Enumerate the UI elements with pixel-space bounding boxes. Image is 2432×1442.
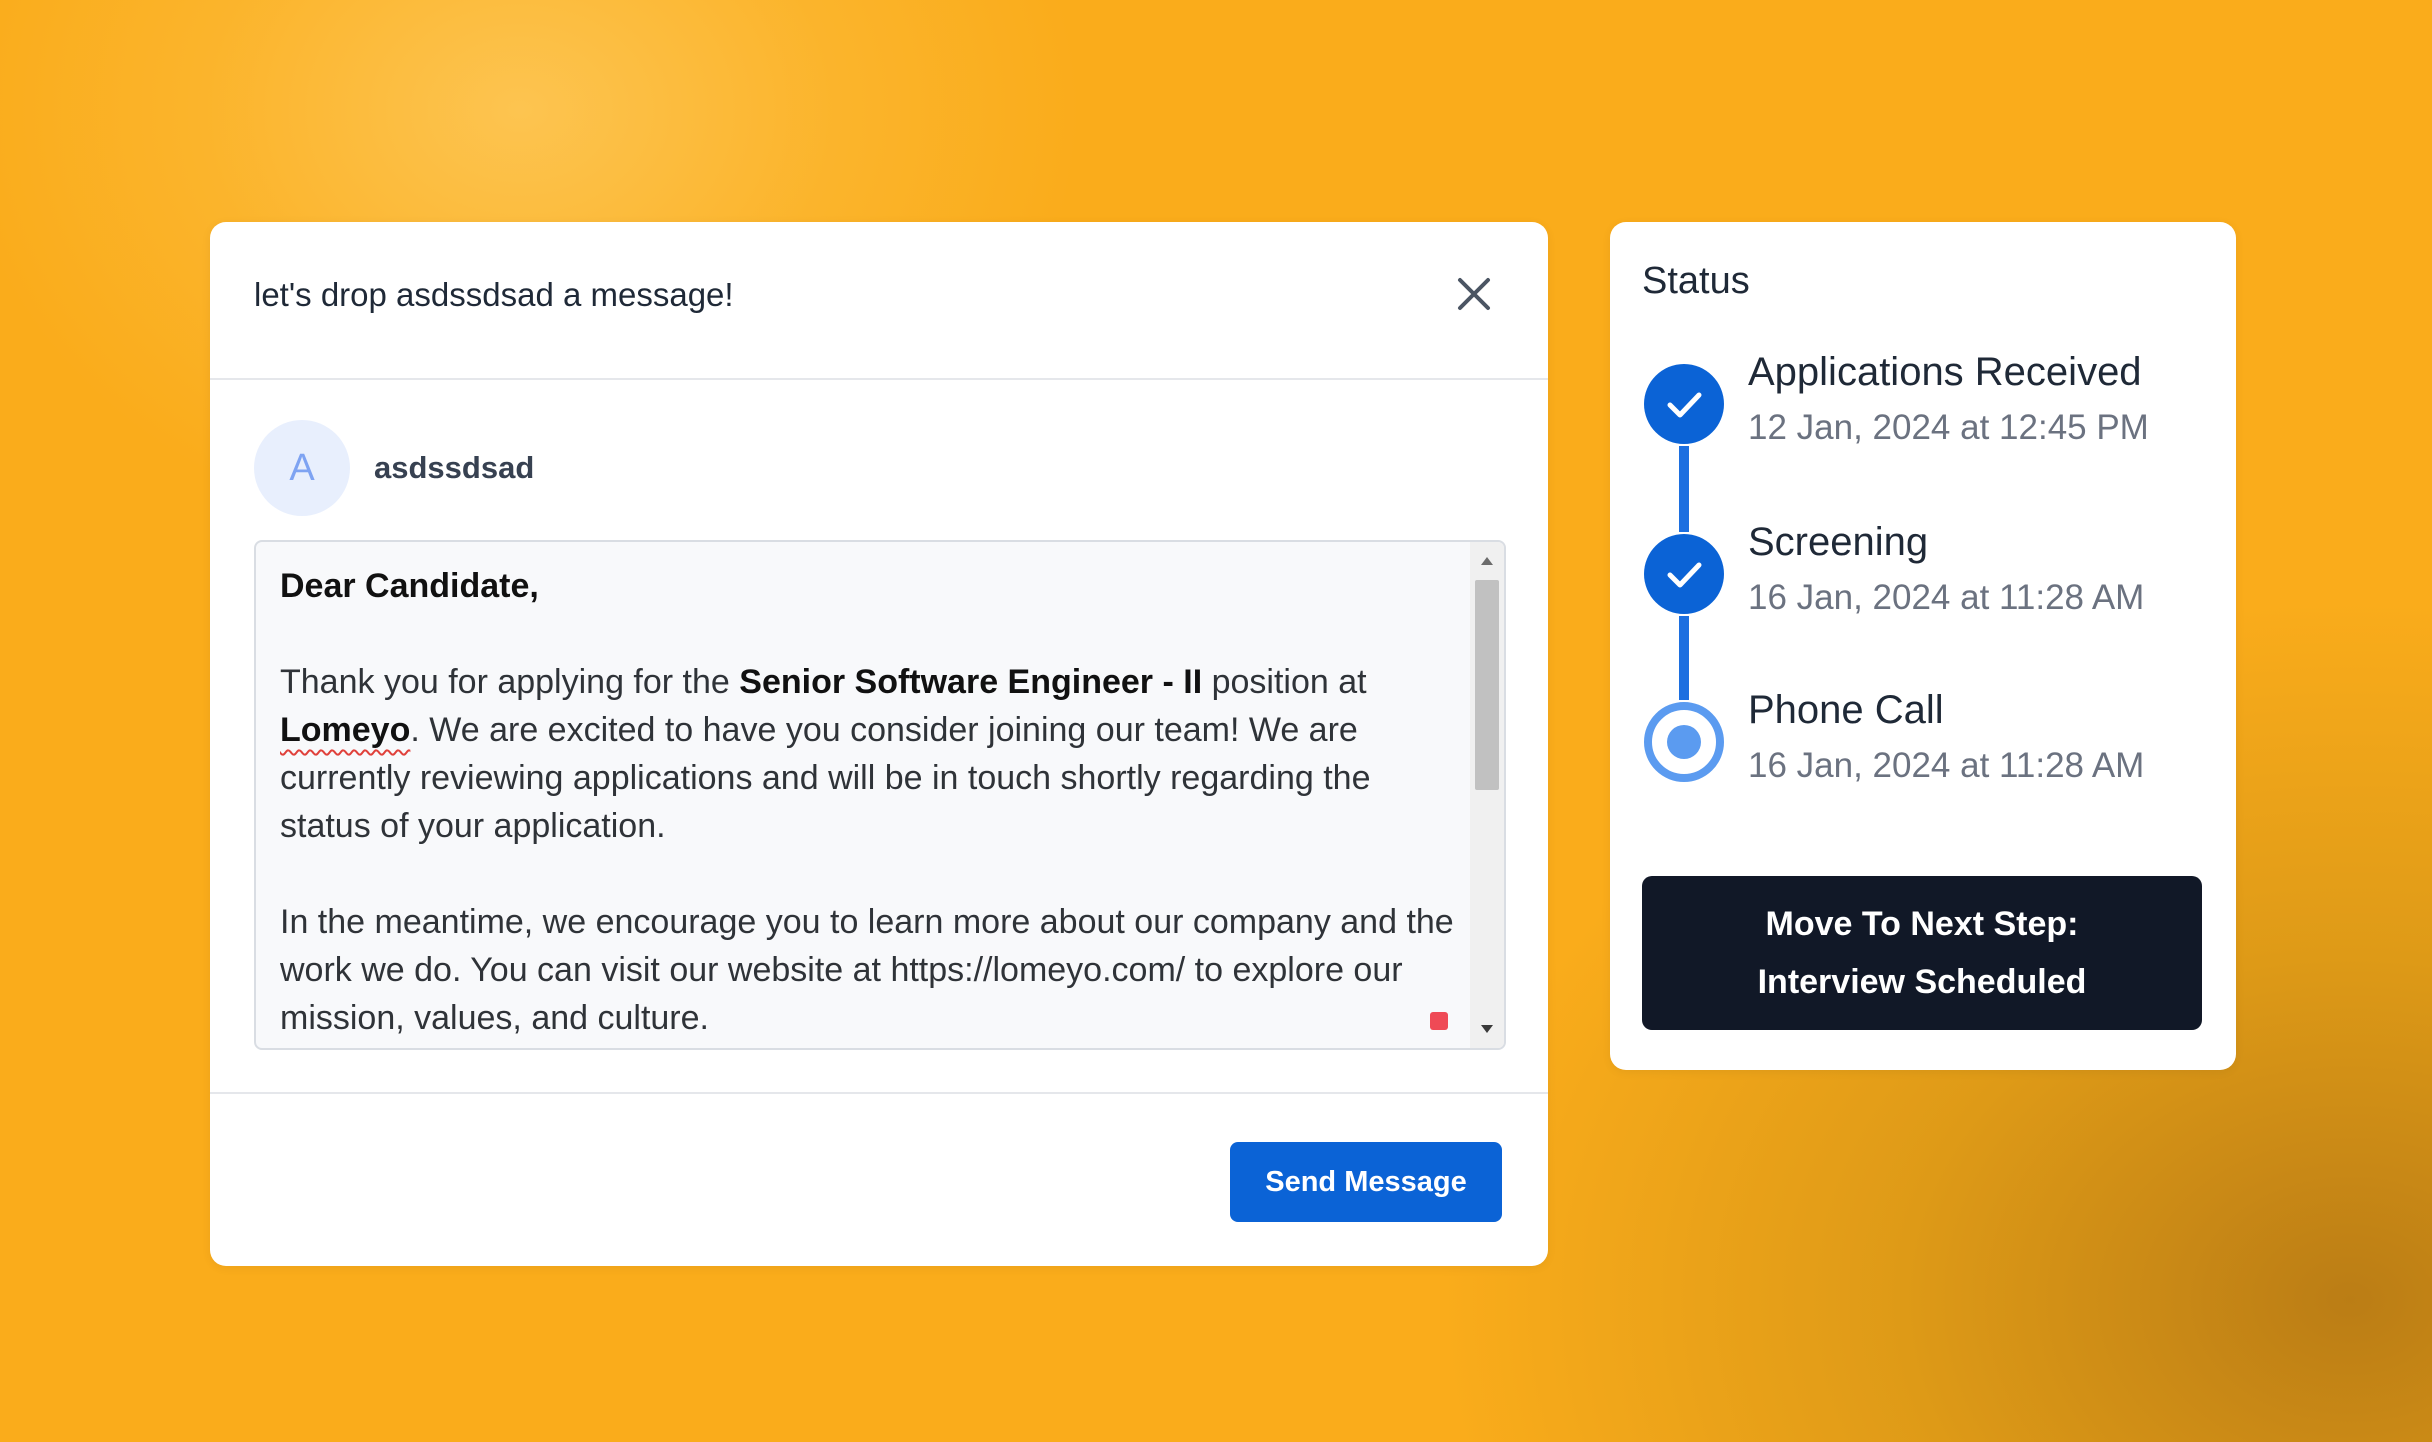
- dialog-title: let's drop asdssdsad a message!: [254, 276, 734, 313]
- status-step-screening: Screening 16 Jan, 2024 at 11:28 AM: [1642, 520, 2202, 682]
- message-dialog: let's drop asdssdsad a message! A asdssd…: [210, 222, 1548, 1266]
- status-step-phone-call: Phone Call 16 Jan, 2024 at 11:28 AM: [1642, 688, 2202, 850]
- message-paragraph-1: Thank you for applying for the Senior So…: [280, 663, 1371, 845]
- check-circle-icon: [1644, 364, 1724, 444]
- message-textarea[interactable]: Dear Candidate, Thank you for applying f…: [254, 540, 1506, 1050]
- check-circle-icon: [1644, 534, 1724, 614]
- next-step-line-1: Move To Next Step:: [1765, 905, 2079, 943]
- close-button[interactable]: [1450, 270, 1498, 318]
- step-date: 12 Jan, 2024 at 12:45 PM: [1748, 408, 2149, 447]
- scroll-down-arrow-icon[interactable]: [1470, 1014, 1504, 1044]
- role-name: Senior Software Engineer - II: [739, 663, 1203, 701]
- close-icon: [1458, 278, 1490, 310]
- recipient-name: asdssdsad: [374, 450, 535, 485]
- send-message-button[interactable]: Send Message: [1230, 1142, 1502, 1222]
- status-title: Status: [1642, 260, 1750, 302]
- status-step-applications-received: Applications Received 12 Jan, 2024 at 12…: [1642, 350, 2202, 512]
- message-paragraph-2: In the meantime, we encourage you to lea…: [280, 903, 1454, 1037]
- step-label: Applications Received: [1748, 350, 2142, 394]
- message-scrollbar[interactable]: [1470, 542, 1504, 1048]
- move-to-next-step-button[interactable]: Move To Next Step: Interview Scheduled: [1642, 876, 2202, 1030]
- dialog-header: let's drop asdssdsad a message!: [210, 222, 1548, 380]
- company-name: Lomeyo: [280, 711, 411, 749]
- next-step-line-2: Interview Scheduled: [1757, 963, 2087, 1001]
- scroll-thumb[interactable]: [1475, 580, 1499, 790]
- step-label: Phone Call: [1748, 688, 1944, 732]
- grammar-marker-icon[interactable]: [1430, 1012, 1448, 1030]
- dialog-footer: Send Message: [210, 1092, 1548, 1268]
- step-date: 16 Jan, 2024 at 11:28 AM: [1748, 578, 2145, 617]
- step-date: 16 Jan, 2024 at 11:28 AM: [1748, 746, 2145, 785]
- scroll-up-arrow-icon[interactable]: [1470, 546, 1504, 576]
- status-card: Status Applications Received 12 Jan, 202…: [1610, 222, 2236, 1070]
- step-label: Screening: [1748, 520, 1929, 564]
- current-step-circle-icon: [1644, 702, 1724, 782]
- message-content: Dear Candidate, Thank you for applying f…: [280, 562, 1460, 1042]
- recipient: A asdssdsad: [254, 420, 534, 516]
- message-greeting: Dear Candidate,: [280, 567, 539, 605]
- avatar: A: [254, 420, 350, 516]
